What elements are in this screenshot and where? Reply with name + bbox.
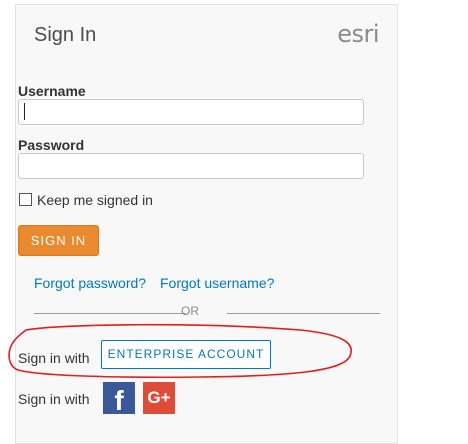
page-title: Sign In	[34, 24, 97, 46]
enterprise-sign-in-label: Sign in with	[18, 350, 90, 366]
esri-logo: esri	[337, 20, 379, 48]
forgot-password-link[interactable]: Forgot password?	[34, 275, 146, 291]
forgot-username-link[interactable]: Forgot username?	[160, 275, 274, 291]
password-input[interactable]	[18, 153, 364, 179]
or-separator: OR	[181, 304, 199, 318]
username-label: Username	[18, 83, 86, 99]
keep-signed-in-label: Keep me signed in	[37, 192, 153, 208]
sign-in-button[interactable]: SIGN IN	[18, 225, 99, 256]
facebook-icon[interactable]: f	[103, 382, 135, 416]
username-input[interactable]	[18, 99, 364, 125]
text-caret	[24, 103, 25, 120]
divider-left	[34, 313, 186, 314]
google-plus-icon[interactable]: G+	[143, 382, 175, 414]
enterprise-account-button[interactable]: ENTERPRISE ACCOUNT	[101, 340, 271, 369]
password-label: Password	[18, 137, 85, 153]
social-sign-in-label: Sign in with	[18, 391, 90, 407]
divider-right	[227, 313, 380, 314]
keep-signed-in-checkbox[interactable]	[19, 193, 32, 206]
sign-in-panel: Sign In esri	[15, 4, 398, 444]
